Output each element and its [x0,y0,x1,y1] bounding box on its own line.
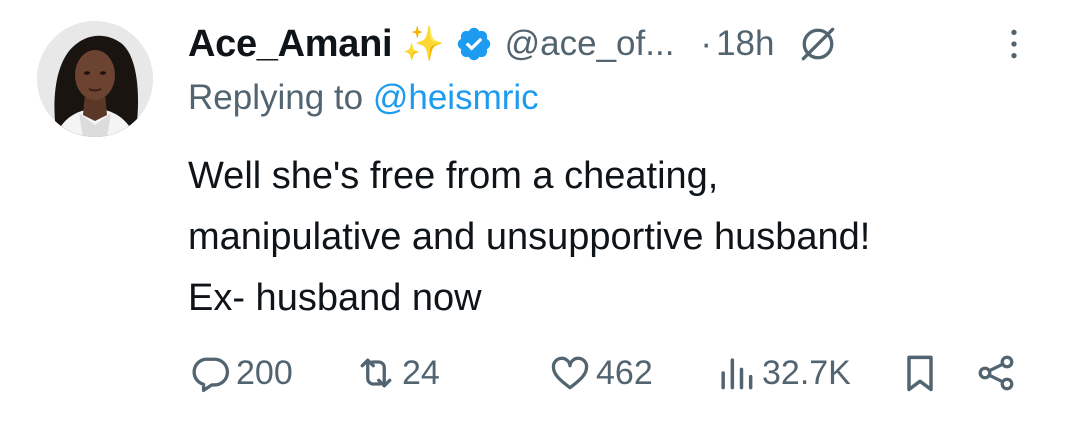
replying-label: Replying to [188,78,364,117]
tweet-text-line: manipulative and unsupportive husband! [188,216,871,258]
author-name[interactable]: Ace_Amani [188,23,393,66]
separator-dot: · [700,24,713,63]
view-count: 32.7K [762,353,851,392]
bookmark-icon [907,355,933,392]
tweet-actions: 200 24 462 32.7K [188,345,1034,401]
author-avatar[interactable] [37,21,153,137]
sparkles-icon: ✨ [402,25,445,63]
tweet-time[interactable]: 18h [716,24,774,64]
tweet-text-line: Ex- husband now [188,277,482,319]
tweet-header: Ace_Amani ✨ @ace_of... · 18h [188,16,1034,72]
avatar-image [37,21,153,137]
retweet-count: 24 [402,353,440,392]
reply-count: 200 [236,353,293,392]
share-icon [978,355,1014,391]
mute-icon[interactable] [796,22,840,66]
views-button[interactable]: 32.7K [714,345,851,401]
bookmark-button[interactable] [898,345,942,401]
views-icon [721,358,753,390]
retweet-button[interactable]: 24 [354,345,440,401]
reply-icon [192,357,230,393]
replying-to-link[interactable]: @heismric [373,78,539,117]
tweet-text-line: Well she's free from a cheating, [188,155,719,197]
like-button[interactable]: 462 [548,345,653,401]
heart-icon [551,356,589,390]
tweet-text: Well she's free from a cheating, manipul… [188,146,1048,329]
author-handle[interactable]: @ace_of... [505,24,675,64]
retweet-icon [360,358,392,388]
like-count: 462 [596,353,653,392]
more-vertical-icon[interactable] [994,24,1034,64]
share-button[interactable] [974,345,1018,401]
reply-button[interactable]: 200 [188,345,293,401]
replying-to-line: Replying to @heismric [188,78,539,118]
verified-badge-icon[interactable] [455,25,493,63]
